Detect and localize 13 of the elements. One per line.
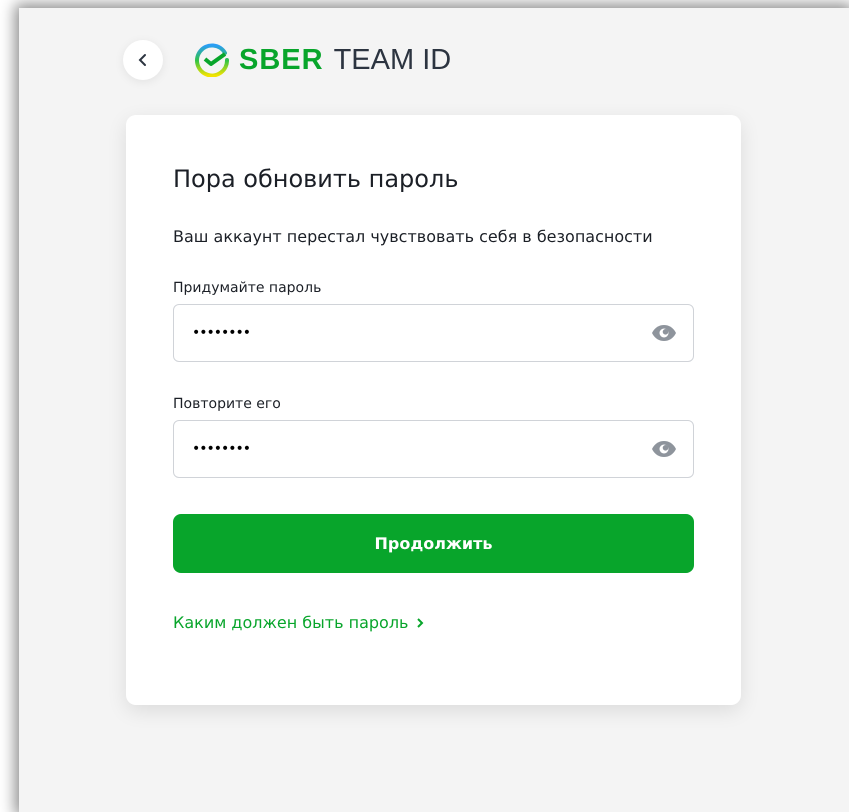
eye-icon[interactable] [651, 440, 677, 458]
field-label: Придумайте пароль [173, 280, 322, 296]
logo-icon [195, 43, 229, 77]
field-label: Повторите его [173, 396, 282, 412]
page-title: Пора обновить пароль [173, 165, 460, 193]
logo-brand: SBER [239, 44, 324, 76]
eye-icon[interactable] [651, 324, 677, 342]
logo-product: TEAM ID [334, 44, 452, 76]
password-field[interactable]: •••••••• [173, 420, 694, 478]
password-field[interactable]: •••••••• [173, 304, 694, 362]
subtitle: Ваш аккаунт перестал чувствовать себя в безопасности [173, 227, 654, 246]
chevron-icon [416, 616, 424, 628]
back-button[interactable] [123, 40, 163, 80]
